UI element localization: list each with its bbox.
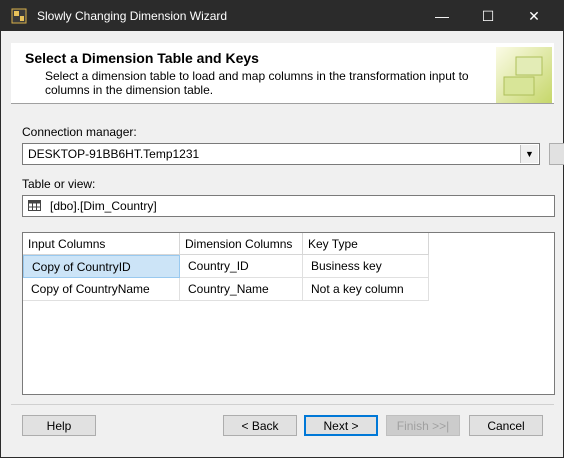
wizard-banner-graphic bbox=[496, 47, 552, 103]
wizard-app-icon bbox=[11, 8, 27, 24]
page-title: Select a Dimension Table and Keys bbox=[25, 50, 259, 66]
table-row[interactable]: Copy of CountryID Country_ID Business ke… bbox=[23, 255, 429, 278]
connection-manager-value: DESKTOP-91BB6HT.Temp1231 bbox=[28, 147, 200, 161]
table-or-view-value: [dbo].[Dim_Country] bbox=[50, 199, 157, 213]
dimension-column-cell[interactable]: Country_ID bbox=[180, 255, 303, 278]
back-button[interactable]: < Back bbox=[223, 415, 297, 436]
input-column-cell[interactable]: Copy of CountryID bbox=[23, 255, 180, 278]
table-row[interactable]: Copy of CountryName Country_Name Not a k… bbox=[23, 278, 429, 301]
footer-divider bbox=[11, 404, 554, 405]
chevron-down-icon[interactable]: ▼ bbox=[520, 145, 538, 163]
key-type-cell[interactable]: Business key bbox=[303, 255, 429, 278]
wizard-window: Slowly Changing Dimension Wizard — ☐ ✕ S… bbox=[0, 0, 564, 458]
finish-button[interactable]: Finish >>| bbox=[386, 415, 460, 436]
page-description: Select a dimension table to load and map… bbox=[45, 69, 469, 97]
table-or-view-dropdown[interactable]: [dbo].[Dim_Country] bbox=[22, 195, 555, 217]
dimension-column-cell[interactable]: Country_Name bbox=[180, 278, 303, 301]
maximize-button[interactable]: ☐ bbox=[465, 1, 511, 31]
key-type-cell[interactable]: Not a key column bbox=[303, 278, 429, 301]
input-column-cell[interactable]: Copy of CountryName bbox=[23, 278, 180, 301]
next-button[interactable]: Next > bbox=[304, 415, 378, 436]
column-header-input: Input Columns bbox=[23, 233, 180, 255]
new-connection-button[interactable] bbox=[549, 143, 564, 165]
help-button[interactable]: Help bbox=[22, 415, 96, 436]
table-icon bbox=[28, 200, 41, 211]
close-button[interactable]: ✕ bbox=[511, 1, 557, 31]
connection-manager-label: Connection manager: bbox=[22, 125, 137, 139]
grid-header-row: Input Columns Dimension Columns Key Type bbox=[23, 233, 429, 255]
column-header-dimension: Dimension Columns bbox=[180, 233, 303, 255]
column-header-key-type: Key Type bbox=[303, 233, 429, 255]
minimize-button[interactable]: — bbox=[419, 1, 465, 31]
cancel-button[interactable]: Cancel bbox=[469, 415, 543, 436]
title-bar[interactable]: Slowly Changing Dimension Wizard — ☐ ✕ bbox=[1, 1, 563, 31]
column-mapping-grid[interactable]: Input Columns Dimension Columns Key Type… bbox=[22, 232, 555, 395]
connection-manager-dropdown[interactable]: DESKTOP-91BB6HT.Temp1231 ▼ bbox=[22, 143, 540, 165]
window-title: Slowly Changing Dimension Wizard bbox=[37, 9, 228, 23]
wizard-header: Select a Dimension Table and Keys Select… bbox=[11, 43, 554, 104]
table-or-view-label: Table or view: bbox=[22, 177, 96, 191]
